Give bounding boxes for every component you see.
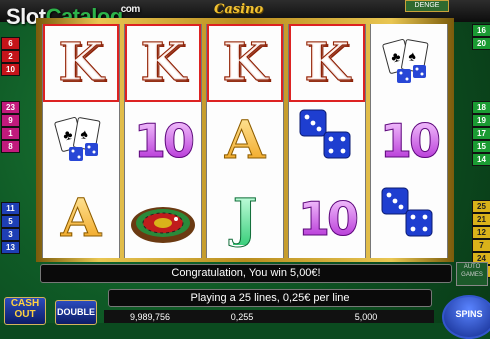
symbol-text: A: [60, 188, 102, 249]
roulette-wheel-icon: [125, 180, 201, 258]
payline-3-marker[interactable]: 3: [1, 228, 20, 241]
symbol-text: J: [232, 188, 258, 249]
payline-14-marker[interactable]: 14: [472, 153, 490, 166]
spins-button[interactable]: SPINS: [442, 295, 490, 339]
king-K-letter: K: [207, 24, 283, 102]
payline-9-marker[interactable]: 9: [1, 114, 20, 127]
symbol-text: K: [304, 32, 350, 93]
reel-1: K ♣ ♠ A: [42, 24, 120, 258]
payline-21-marker[interactable]: 21: [472, 213, 490, 226]
symbol-text: K: [140, 32, 186, 93]
symbol-text: 10: [379, 114, 441, 168]
win-message-bar: Congratulation, You win 5,00€!: [40, 264, 452, 283]
payline-10-marker[interactable]: 10: [1, 63, 20, 76]
ace-A-letter: A: [207, 102, 283, 180]
aces-and-dice-icon: ♣ ♠: [43, 102, 119, 180]
dice-icon: [289, 102, 365, 180]
dice-icon: [371, 180, 447, 258]
cash-out-button[interactable]: CASH OUT: [4, 297, 46, 325]
symbol-text: K: [58, 32, 104, 93]
win-value: 5,000: [354, 312, 378, 322]
king-K-letter: K: [125, 24, 201, 102]
payline-2-marker[interactable]: 2: [1, 50, 20, 63]
payline-6-marker[interactable]: 6: [1, 37, 20, 50]
ten-symbol: 10: [371, 102, 447, 180]
king-K-letter: K: [289, 24, 365, 102]
payline-15-marker[interactable]: 15: [472, 140, 490, 153]
jack-J-letter: J: [207, 180, 283, 258]
payline-5-marker[interactable]: 5: [1, 215, 20, 228]
symbol-text: 10: [297, 192, 359, 246]
symbol-text: K: [222, 32, 268, 93]
top-menu-button[interactable]: DENGE: [405, 0, 449, 12]
symbol-text: A: [224, 110, 266, 171]
reel-2: K 10: [124, 24, 202, 258]
aces-and-dice-icon: ♣ ♠: [371, 24, 447, 102]
payline-8-marker[interactable]: 8: [1, 140, 20, 153]
payline-7-marker[interactable]: 7: [472, 239, 490, 252]
casino-logo: Casino: [214, 2, 264, 17]
reel-5: ♣ ♠ 10: [370, 24, 448, 258]
payline-1-marker[interactable]: 1: [1, 127, 20, 140]
payline-16-marker[interactable]: 16: [472, 24, 490, 37]
bet-info-bar: Playing a 25 lines, 0,25€ per line: [108, 289, 432, 307]
payline-18-marker[interactable]: 18: [472, 101, 490, 114]
bet-value: 0,255: [230, 312, 254, 322]
payline-25-marker[interactable]: 25: [472, 200, 490, 213]
payline-17-marker[interactable]: 17: [472, 127, 490, 140]
payline-23-marker[interactable]: 23: [1, 101, 20, 114]
reel-3: KAJ: [206, 24, 284, 258]
symbol-text: 10: [133, 114, 195, 168]
auto-games-button[interactable]: AUTO GAMES: [456, 262, 488, 286]
double-button[interactable]: DOUBLE: [55, 300, 97, 325]
payline-13-marker[interactable]: 13: [1, 241, 20, 254]
reel-4: K 10: [288, 24, 366, 258]
payline-12-marker[interactable]: 12: [472, 226, 490, 239]
ace-A-letter: A: [43, 180, 119, 258]
ten-symbol: 10: [289, 180, 365, 258]
ten-symbol: 10: [125, 102, 201, 180]
balance-value: 9,989,756: [129, 312, 171, 322]
payline-11-marker[interactable]: 11: [1, 202, 20, 215]
king-K-letter: K: [43, 24, 119, 102]
payline-20-marker[interactable]: 20: [472, 37, 490, 50]
payline-19-marker[interactable]: 19: [472, 114, 490, 127]
